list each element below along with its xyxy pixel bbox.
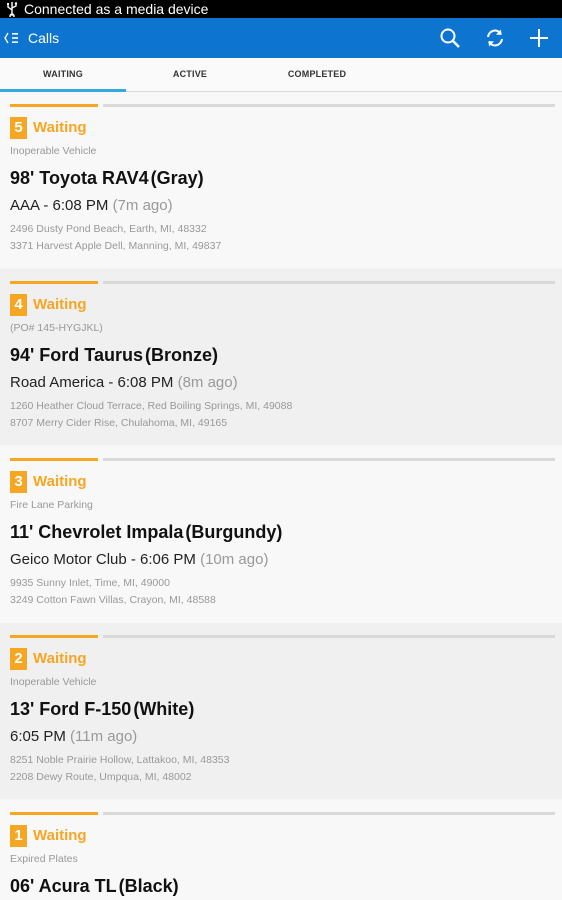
- tab-active[interactable]: ACTIVE: [127, 58, 253, 91]
- pickup-address: 9935 Sunny Inlet, Time, MI, 49000: [10, 577, 170, 589]
- time-ago: (7m ago): [112, 197, 173, 214]
- call-reason: Inoperable Vehicle: [10, 145, 97, 157]
- vehicle-name: 11' Chevrolet Impala (Burgundy): [10, 522, 282, 543]
- tab-waiting[interactable]: WAITING: [0, 58, 126, 93]
- vehicle-model: 13' Ford F-150: [10, 699, 132, 719]
- vehicle-model: 98' Toyota RAV4: [10, 168, 149, 188]
- vehicle-name: 06' Acura TL (Black): [10, 876, 179, 897]
- call-number-badge: 1: [10, 825, 27, 847]
- tab-bar: WAITING ACTIVE COMPLETED: [0, 58, 562, 93]
- vehicle-name: 13' Ford F-150 (White): [10, 699, 194, 720]
- vehicle-color: (Gray): [150, 168, 204, 188]
- call-reason: Fire Lane Parking: [10, 499, 93, 511]
- vehicle-color: (Bronze): [144, 345, 218, 365]
- progress-bar-active: [10, 635, 98, 638]
- vehicle-model: 94' Ford Taurus: [10, 345, 143, 365]
- progress-bar-active: [10, 812, 98, 815]
- dropoff-address: 3249 Cotton Fawn Villas, Crayon, MI, 485…: [10, 594, 216, 606]
- call-number-badge: 4: [10, 294, 27, 316]
- time-ago: (10m ago): [200, 551, 269, 568]
- call-status: Waiting: [33, 650, 87, 667]
- progress-bar-track: [103, 458, 555, 461]
- search-icon: [440, 28, 460, 48]
- status-bar: Connected as a media device: [0, 0, 562, 18]
- progress-bar-track: [103, 812, 555, 815]
- pickup-address: 8251 Noble Prairie Hollow, Lattakoo, MI,…: [10, 754, 230, 766]
- call-number-badge: 3: [10, 471, 27, 493]
- vehicle-name: 94' Ford Taurus (Bronze): [10, 345, 218, 366]
- progress-bar-track: [103, 635, 555, 638]
- call-number-badge: 5: [10, 117, 27, 139]
- caller-time: AAA - 6:08 PM: [10, 197, 109, 214]
- status-text: Connected as a media device: [24, 1, 209, 17]
- tab-completed[interactable]: COMPLETED: [254, 58, 380, 91]
- call-card[interactable]: 2 Waiting Inoperable Vehicle 13' Ford F-…: [0, 623, 562, 799]
- usb-icon: [7, 2, 18, 17]
- dropoff-address: 3371 Harvest Apple Dell, Manning, MI, 49…: [10, 240, 222, 252]
- time-ago: (8m ago): [177, 374, 238, 391]
- action-bar: Calls: [0, 18, 562, 58]
- dropoff-address: 2208 Dewy Route, Umpqua, MI, 48002: [10, 771, 192, 783]
- progress-bar-active: [10, 104, 98, 107]
- vehicle-name: 98' Toyota RAV4 (Gray): [10, 168, 204, 189]
- page-title: Calls: [28, 30, 60, 46]
- caller-time: Geico Motor Club - 6:06 PM: [10, 551, 196, 568]
- search-button[interactable]: [436, 24, 464, 52]
- call-line: Geico Motor Club - 6:06 PM (10m ago): [10, 551, 268, 568]
- back-button[interactable]: [2, 28, 26, 48]
- add-icon: [530, 29, 548, 47]
- progress-bar-active: [10, 458, 98, 461]
- call-line: 6:05 PM (11m ago): [10, 728, 137, 745]
- call-reason: Expired Plates: [10, 853, 78, 865]
- call-card[interactable]: 1 Waiting Expired Plates 06' Acura TL (Bl…: [0, 800, 562, 900]
- vehicle-color: (Burgundy): [185, 522, 283, 542]
- call-status: Waiting: [33, 119, 87, 136]
- call-card[interactable]: 5 Waiting Inoperable Vehicle 98' Toyota …: [0, 92, 562, 268]
- call-reason: (PO# 145-HYGJKL): [10, 322, 103, 334]
- vehicle-color: (Black): [118, 876, 179, 896]
- call-status: Waiting: [33, 827, 87, 844]
- add-button[interactable]: [525, 24, 553, 52]
- refresh-icon: [487, 29, 503, 47]
- vehicle-model: 06' Acura TL: [10, 876, 117, 896]
- vehicle-color: (White): [133, 699, 195, 719]
- progress-bar-track: [103, 104, 555, 107]
- pickup-address: 2496 Dusty Pond Beach, Earth, MI, 48332: [10, 223, 207, 235]
- dropoff-address: 8707 Merry Cider Rise, Chulahoma, MI, 49…: [10, 417, 228, 429]
- caller-time: Road America - 6:08 PM: [10, 374, 174, 391]
- call-card[interactable]: 3 Waiting Fire Lane Parking 11' Chevrole…: [0, 446, 562, 622]
- progress-bar-track: [103, 281, 555, 284]
- caller-time: 6:05 PM: [10, 728, 66, 745]
- back-icon: [4, 32, 18, 44]
- call-line: Road America - 6:08 PM (8m ago): [10, 374, 238, 391]
- call-status: Waiting: [33, 296, 87, 313]
- pickup-address: 1260 Heather Cloud Terrace, Red Boiling …: [10, 400, 293, 412]
- progress-bar-active: [10, 281, 98, 284]
- vehicle-model: 11' Chevrolet Impala: [10, 522, 184, 542]
- call-card[interactable]: 4 Waiting (PO# 145-HYGJKL) 94' Ford Taur…: [0, 269, 562, 445]
- time-ago: (11m ago): [70, 728, 138, 745]
- call-line: AAA - 6:08 PM (7m ago): [10, 197, 173, 214]
- call-reason: Inoperable Vehicle: [10, 676, 97, 688]
- call-status: Waiting: [33, 473, 87, 490]
- refresh-button[interactable]: [481, 24, 509, 52]
- call-number-badge: 2: [10, 648, 27, 670]
